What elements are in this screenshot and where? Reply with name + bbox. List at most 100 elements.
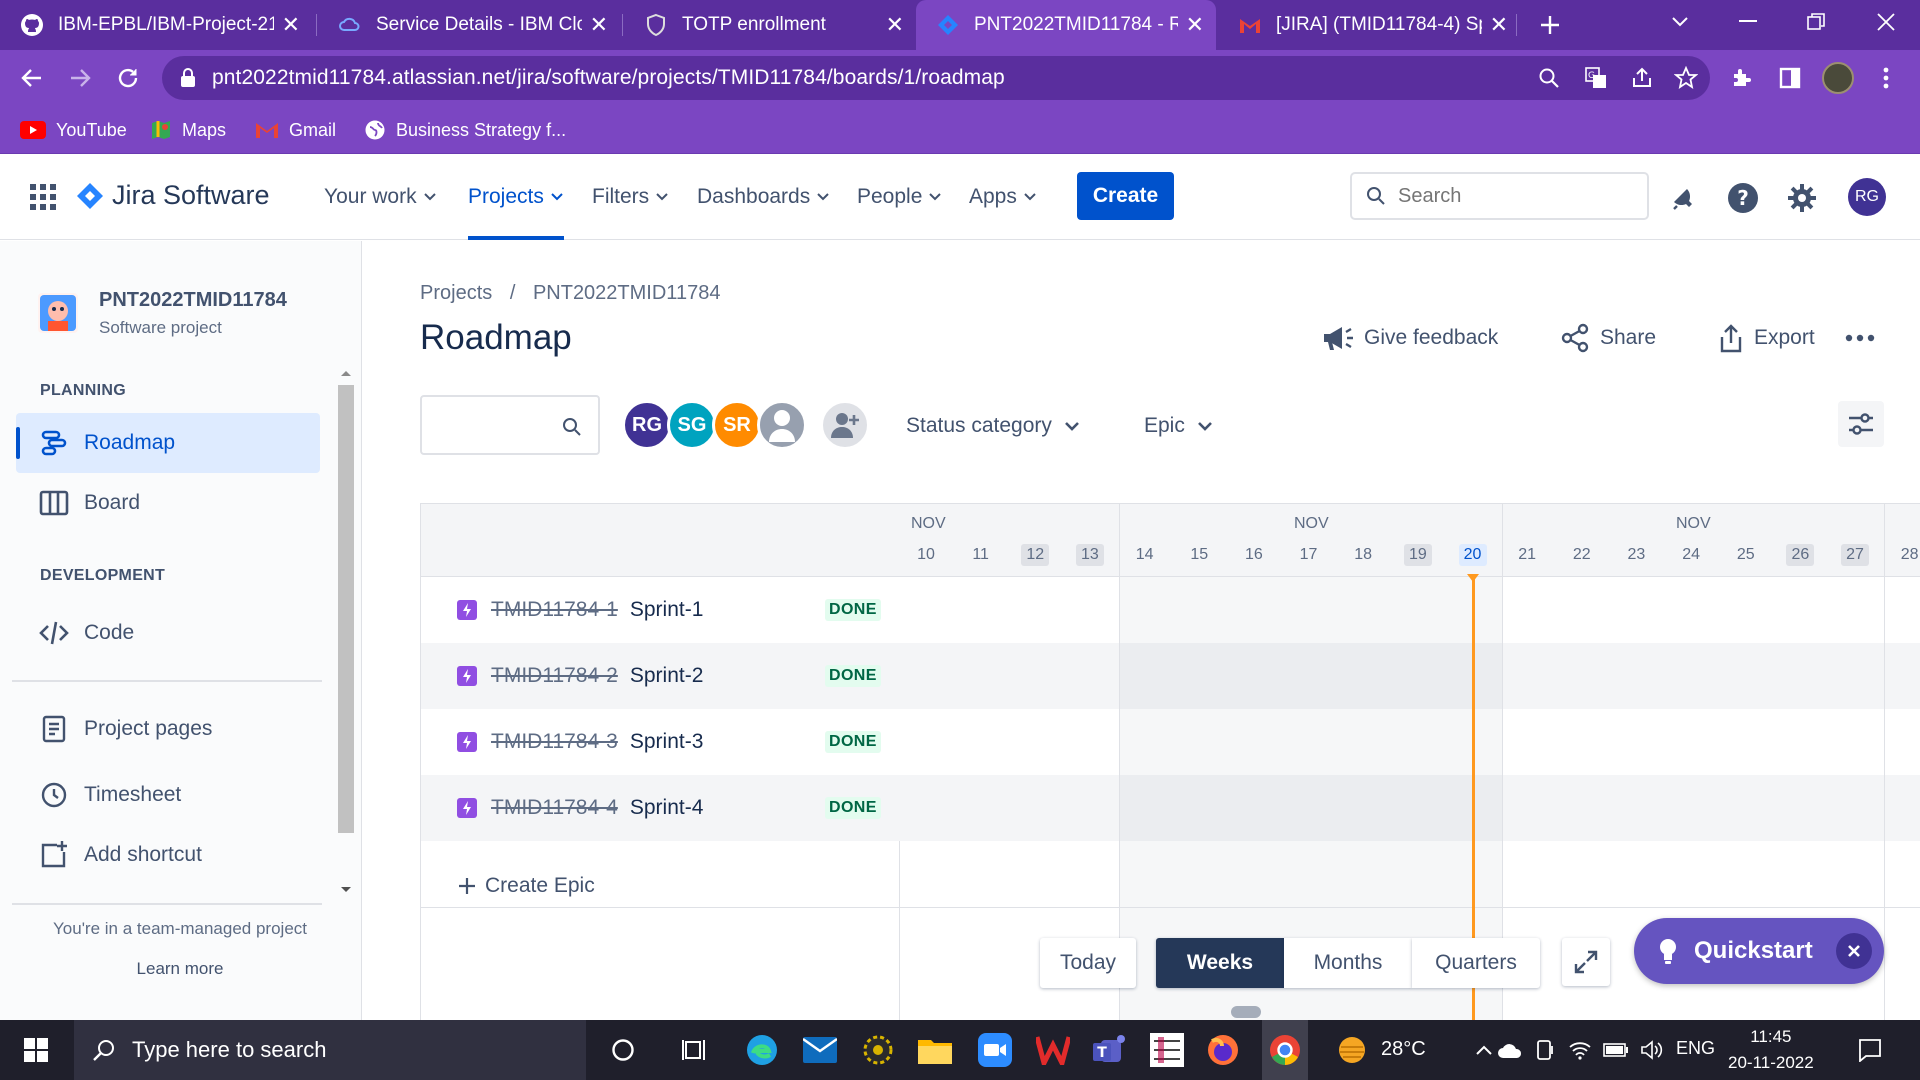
create-button[interactable]: Create [1077, 172, 1174, 220]
browser-tab[interactable]: IBM-EPBL/IBM-Project-21 ✕ [0, 0, 312, 50]
wps-office-icon[interactable] [1033, 1030, 1073, 1070]
extensions-icon[interactable] [1726, 62, 1758, 94]
browser-menu-icon[interactable] [1870, 62, 1902, 94]
close-tab-icon[interactable]: ✕ [1490, 12, 1508, 38]
months-button[interactable]: Months [1284, 938, 1412, 988]
quarters-button[interactable]: Quarters [1412, 938, 1540, 988]
file-explorer-icon[interactable] [915, 1030, 955, 1070]
volume-icon[interactable] [1632, 1030, 1672, 1070]
app-icon-2[interactable] [1147, 1030, 1187, 1070]
avatar-filter-rg[interactable]: RG [622, 400, 672, 450]
chrome-icon[interactable] [1262, 1020, 1308, 1080]
cortana-icon[interactable] [603, 1030, 643, 1070]
sidebar-item-add-shortcut[interactable]: Add shortcut [16, 825, 320, 885]
wifi-icon[interactable] [1560, 1030, 1600, 1070]
restore-icon[interactable] [1786, 0, 1846, 44]
task-view-icon[interactable] [675, 1030, 715, 1070]
epic-filter[interactable]: Epic [1144, 410, 1213, 442]
epic-key[interactable]: TMID11784-1 [491, 598, 618, 622]
side-panel-icon[interactable] [1774, 62, 1806, 94]
sidebar-item-board[interactable]: Board [16, 473, 320, 533]
bookmark-business-strategy[interactable]: Business Strategy f... [364, 116, 566, 144]
timeline-scroll-handle[interactable] [1231, 1006, 1261, 1018]
forward-icon[interactable] [64, 62, 96, 94]
nav-apps[interactable]: Apps [969, 154, 1037, 240]
omnibox[interactable]: pnt2022tmid11784.atlassian.net/jira/soft… [162, 56, 1710, 100]
close-window-icon[interactable] [1856, 0, 1916, 44]
windows-start-icon[interactable] [16, 1030, 56, 1070]
avatar-filter-sg[interactable]: SG [667, 400, 717, 450]
notification-center-icon[interactable] [1850, 1030, 1890, 1070]
sidebar-item-timesheet[interactable]: Timesheet [16, 765, 320, 825]
view-settings-button[interactable] [1838, 401, 1884, 447]
nav-filters[interactable]: Filters [592, 154, 669, 240]
browser-tab-active[interactable]: PNT2022TMID11784 - Ro ✕ [916, 0, 1216, 50]
notifications-icon[interactable] [1665, 180, 1701, 216]
browser-tab[interactable]: Service Details - IBM Clou ✕ [318, 0, 620, 50]
mail-icon[interactable] [800, 1030, 840, 1070]
share-page-icon[interactable] [1630, 66, 1654, 90]
epic-key[interactable]: TMID11784-3 [491, 730, 618, 754]
nav-people[interactable]: People [857, 154, 942, 240]
onedrive-cloud-icon[interactable] [1490, 1030, 1530, 1070]
weeks-button[interactable]: Weeks [1156, 938, 1284, 988]
learn-more-link[interactable]: Learn more [0, 959, 360, 979]
project-name[interactable]: PNT2022TMID11784 [99, 289, 287, 312]
sidebar-item-project-pages[interactable]: Project pages [16, 699, 320, 759]
reload-icon[interactable] [112, 62, 144, 94]
bookmark-gmail[interactable]: Gmail [255, 116, 336, 144]
close-tab-icon[interactable]: ✕ [886, 12, 904, 38]
epic-row[interactable]: TMID11784-2 Sprint-2 [457, 643, 703, 709]
breadcrumb-projects-link[interactable]: Projects [420, 282, 492, 304]
close-tab-icon[interactable]: ✕ [1186, 12, 1204, 38]
device-icon[interactable] [1525, 1030, 1565, 1070]
zoom-app-icon[interactable] [975, 1030, 1015, 1070]
bookmark-youtube[interactable]: YouTube [20, 116, 127, 144]
zoom-icon[interactable] [1538, 67, 1560, 89]
epic-row[interactable]: TMID11784-3 Sprint-3 [457, 709, 703, 775]
nav-dashboards[interactable]: Dashboards [697, 154, 830, 240]
weather-icon[interactable] [1332, 1030, 1372, 1070]
jira-search-box[interactable] [1350, 172, 1649, 220]
minimize-icon[interactable] [1718, 0, 1778, 44]
today-button[interactable]: Today [1040, 938, 1136, 988]
url-text[interactable]: pnt2022tmid11784.atlassian.net/jira/soft… [212, 66, 1005, 90]
profile-avatar-icon[interactable] [1822, 62, 1854, 94]
nav-your-work[interactable]: Your work [324, 154, 437, 240]
firefox-icon[interactable] [1203, 1030, 1243, 1070]
epic-row[interactable]: TMID11784-1 Sprint-1 [457, 577, 703, 643]
epic-name[interactable]: Sprint-2 [630, 664, 704, 688]
system-clock[interactable]: 11:45 20-11-2022 [1728, 1024, 1814, 1076]
taskbar-search[interactable]: Type here to search [74, 1020, 586, 1080]
roadmap-search-box[interactable] [420, 395, 600, 455]
quickstart-button[interactable]: Quickstart [1634, 918, 1884, 984]
add-people-button[interactable] [820, 400, 870, 450]
battery-icon[interactable] [1596, 1030, 1636, 1070]
create-epic-button[interactable]: Create Epic [457, 871, 595, 901]
app-switcher-icon[interactable] [30, 184, 56, 210]
share-button[interactable]: Share [1560, 320, 1656, 356]
jira-logo[interactable]: Jira Software [76, 180, 270, 211]
close-tab-icon[interactable]: ✕ [590, 12, 608, 38]
epic-name[interactable]: Sprint-4 [630, 796, 704, 820]
settings-gear-icon[interactable] [1784, 180, 1820, 216]
nav-projects[interactable]: Projects [468, 154, 564, 240]
breadcrumb-project-link[interactable]: PNT2022TMID11784 [533, 282, 721, 304]
give-feedback-button[interactable]: Give feedback [1322, 320, 1498, 356]
bookmark-star-icon[interactable] [1674, 66, 1698, 90]
app-icon[interactable] [858, 1030, 898, 1070]
sidebar-item-code[interactable]: Code [16, 603, 320, 663]
help-icon[interactable]: ? [1725, 180, 1761, 216]
sidebar-scrollbar[interactable] [336, 363, 356, 903]
lock-icon[interactable] [180, 68, 196, 88]
temperature-text[interactable]: 28°C [1381, 1038, 1426, 1061]
back-icon[interactable] [16, 62, 48, 94]
epic-key[interactable]: TMID11784-2 [491, 664, 618, 688]
fullscreen-button[interactable] [1562, 938, 1610, 986]
more-actions-icon[interactable] [1845, 320, 1885, 356]
epic-name[interactable]: Sprint-3 [630, 730, 704, 754]
avatar-filter-unassigned[interactable] [757, 400, 807, 450]
language-indicator[interactable]: ENG [1676, 1038, 1715, 1059]
status-category-filter[interactable]: Status category [906, 410, 1080, 442]
new-tab-icon[interactable] [1520, 3, 1580, 47]
